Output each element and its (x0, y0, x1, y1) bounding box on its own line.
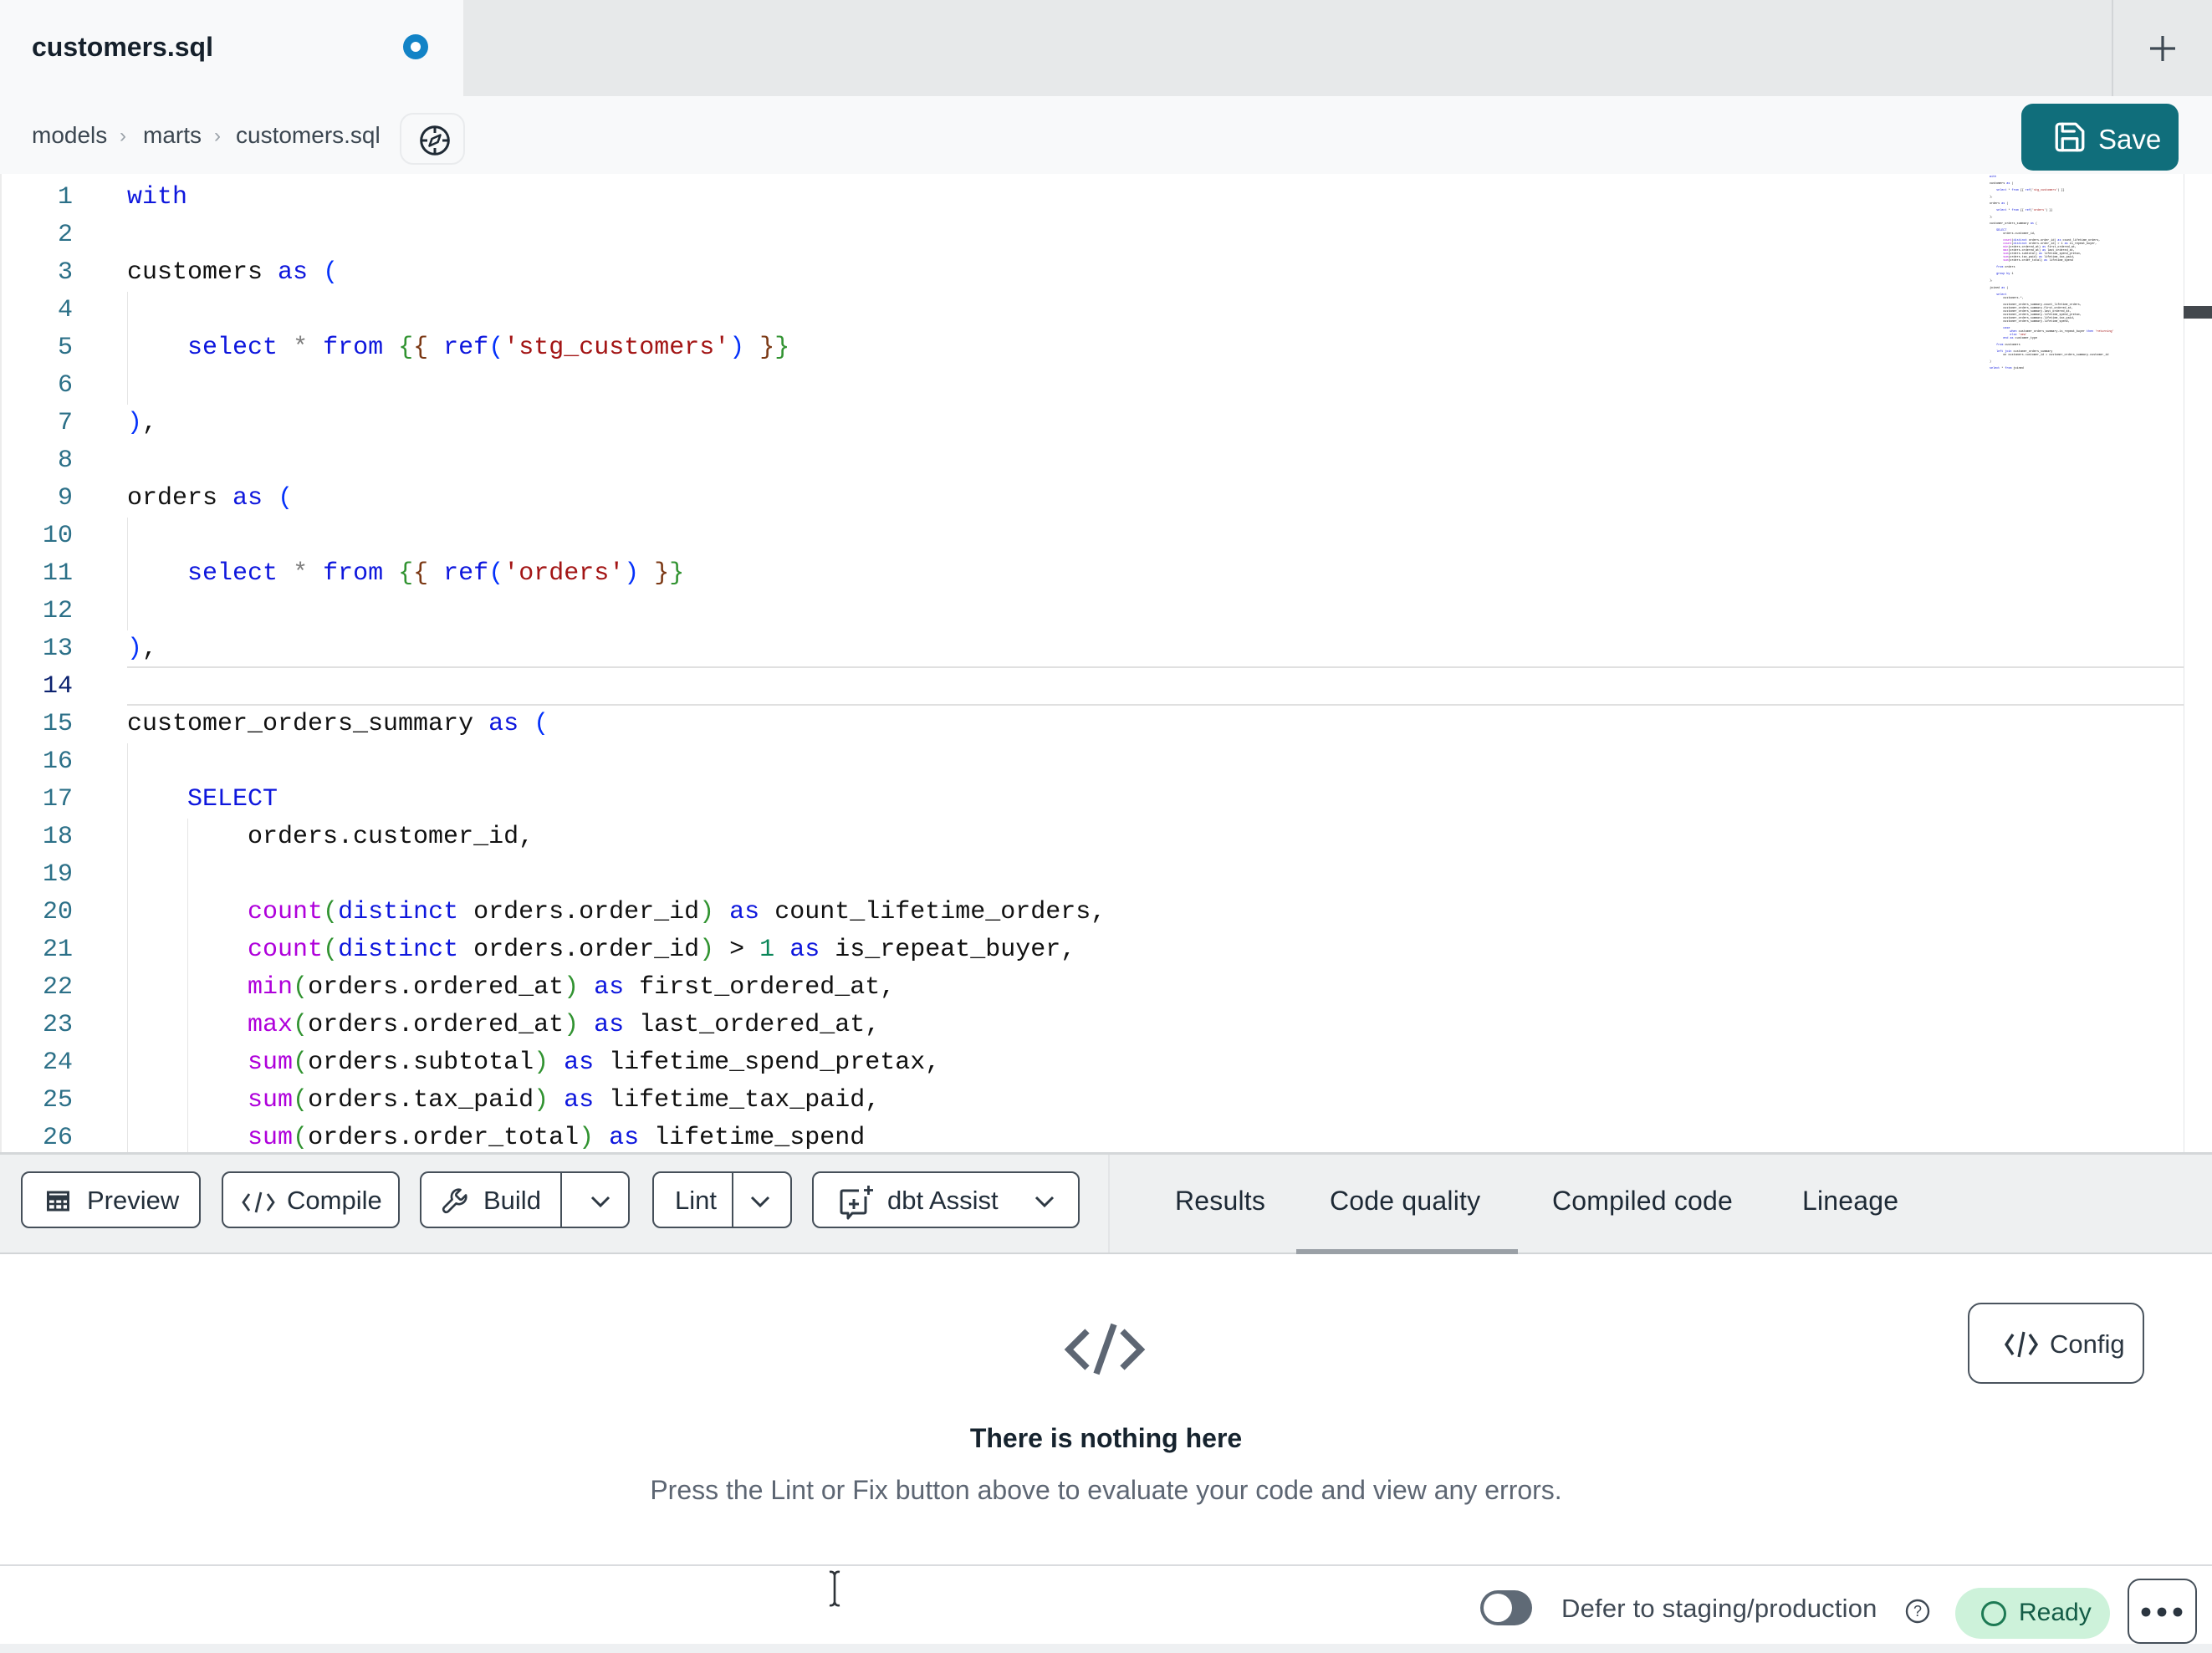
svg-text:?: ? (1913, 1603, 1922, 1620)
